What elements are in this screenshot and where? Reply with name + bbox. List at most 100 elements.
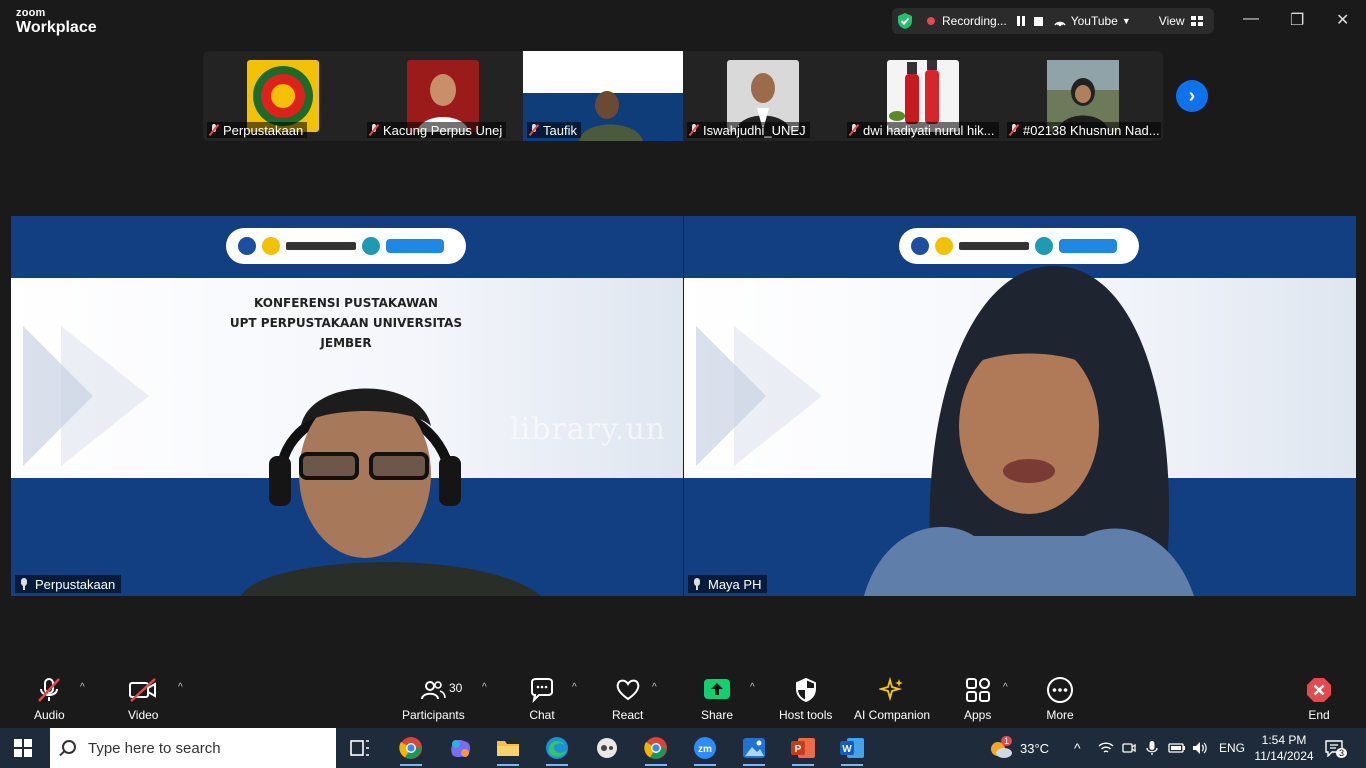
mic-icon <box>692 578 702 590</box>
participant-name: Taufik <box>543 122 577 138</box>
language-indicator[interactable]: ENG <box>1219 728 1245 768</box>
show-hidden-icons[interactable]: ^ <box>1074 728 1081 768</box>
weather-badge: 1 <box>1001 736 1013 746</box>
gallery-tile[interactable]: Iswahjudhi_UNEJ <box>683 51 843 141</box>
muted-mic-icon <box>369 124 379 136</box>
svg-text:P: P <box>795 744 802 755</box>
file-explorer-icon[interactable] <box>495 736 521 766</box>
participant-name: Perpustakaan <box>223 122 304 138</box>
gallery-tile[interactable]: dwi hadiyati nurul hik... <box>843 51 1003 141</box>
next-page-button[interactable]: › <box>1176 80 1208 112</box>
gallery-tile[interactable]: Kacung Perpus Unej <box>363 51 523 141</box>
zoom-app-icon[interactable]: zm <box>692 736 718 766</box>
meeting-status-bar: Recording... YouTube ▼ View <box>892 8 1214 34</box>
chrome-icon[interactable] <box>398 736 424 766</box>
video-off-icon <box>129 678 157 702</box>
share-label: Share <box>701 708 734 722</box>
participant-video <box>864 266 1194 596</box>
participant-name: Kacung Perpus Unej <box>383 122 503 138</box>
apps-button[interactable]: Apps <box>964 676 991 722</box>
notifications-count: 3 <box>1336 748 1348 758</box>
logo-product: Workplace <box>16 19 97 36</box>
svg-text:W: W <box>842 744 852 755</box>
clock[interactable]: 1:54 PM 11/14/2024 <box>1253 728 1315 768</box>
chat-button[interactable]: Chat <box>529 676 555 722</box>
clock-time: 1:54 PM <box>1261 733 1307 747</box>
participant-name: #02138 Khusnun Nad... <box>1023 122 1160 138</box>
minimize-icon[interactable]: — <box>1243 10 1259 28</box>
more-label: More <box>1046 708 1074 722</box>
participant-video <box>579 91 643 141</box>
weather-widget[interactable]: 1 33°C <box>988 728 1049 768</box>
recording-status[interactable]: Recording... <box>942 14 1007 28</box>
video-tile-active-speaker[interactable]: KONFERENSI PUSTAKAWAN UPT PERPUSTAKAAN U… <box>11 216 683 596</box>
heart-icon <box>616 679 639 701</box>
app-icon[interactable] <box>594 736 620 760</box>
gallery-tile[interactable]: Taufik <box>523 51 683 141</box>
ai-companion-button[interactable]: AI Companion <box>854 676 930 722</box>
video-tile[interactable]: Maya PH <box>684 216 1356 596</box>
notifications-icon[interactable]: 3 <box>1324 728 1348 768</box>
audio-label: Audio <box>34 708 65 722</box>
powerpoint-icon[interactable]: P <box>790 736 816 766</box>
gallery-tile[interactable]: Perpustakaan <box>203 51 363 141</box>
battery-icon[interactable] <box>1168 728 1186 768</box>
video-label: Video <box>128 708 159 722</box>
react-options-caret[interactable]: ^ <box>652 682 657 693</box>
muted-mic-icon <box>849 124 859 136</box>
pause-recording-icon[interactable] <box>1016 16 1025 26</box>
chat-label: Chat <box>529 708 555 722</box>
participants-options-caret[interactable]: ^ <box>482 682 487 693</box>
video-button[interactable]: Video <box>128 676 158 722</box>
encryption-shield-icon[interactable] <box>897 12 913 30</box>
share-options-caret[interactable]: ^ <box>750 682 755 693</box>
event-banner-logos <box>899 228 1139 264</box>
muted-mic-icon <box>529 124 539 136</box>
event-banner-logos <box>226 228 466 264</box>
audio-button[interactable]: Audio <box>34 676 65 722</box>
react-button[interactable]: React <box>612 676 643 722</box>
more-button[interactable]: More <box>1046 676 1074 722</box>
shield-icon <box>795 678 816 702</box>
windows-taskbar: Type here to search zm P W 1 33°C ^ ENG … <box>0 728 1366 768</box>
mic-icon <box>19 578 29 590</box>
close-icon[interactable]: ✕ <box>1336 10 1349 30</box>
chrome-profile-icon[interactable] <box>643 736 669 766</box>
share-screen-icon <box>704 679 731 699</box>
video-options-caret[interactable]: ^ <box>178 682 183 693</box>
apps-label: Apps <box>964 708 992 722</box>
edge-icon[interactable] <box>544 736 570 766</box>
stop-recording-icon[interactable] <box>1033 16 1043 26</box>
meet-now-icon[interactable] <box>1122 728 1136 768</box>
chat-options-caret[interactable]: ^ <box>572 682 577 693</box>
zoom-logo: zoom Workplace <box>16 8 97 36</box>
svg-text:zm: zm <box>698 744 712 755</box>
search-placeholder: Type here to search <box>88 739 221 757</box>
participant-name: Iswahjudhi_UNEJ <box>703 122 806 138</box>
livestream-menu[interactable]: YouTube ▼ <box>1053 14 1131 28</box>
muted-mic-icon <box>209 124 219 136</box>
restore-icon[interactable]: ❐ <box>1290 10 1304 30</box>
grid-view-icon <box>1190 15 1203 26</box>
recording-dot-icon <box>927 17 935 25</box>
video-watermark: library.un <box>510 412 667 447</box>
share-button[interactable]: Share <box>701 676 733 722</box>
end-meeting-button[interactable]: End <box>1306 676 1332 722</box>
microphone-icon[interactable] <box>1146 728 1158 768</box>
banner-line-2: UPT PERPUSTAKAAN UNIVERSITAS JEMBER <box>229 316 463 350</box>
view-menu[interactable]: View <box>1159 14 1203 28</box>
end-meeting-icon <box>1307 678 1331 702</box>
task-view-icon[interactable] <box>347 736 373 760</box>
network-icon[interactable] <box>1098 728 1114 768</box>
host-tools-button[interactable]: Host tools <box>779 676 832 722</box>
word-icon[interactable]: W <box>839 736 865 766</box>
participant-name: dwi hadiyati nurul hik... <box>863 122 995 138</box>
audio-options-caret[interactable]: ^ <box>80 682 85 693</box>
windows-start-icon[interactable] <box>14 739 32 757</box>
taskbar-search-box[interactable]: Type here to search <box>50 728 336 768</box>
copilot-icon[interactable] <box>447 736 473 760</box>
photos-icon[interactable] <box>741 736 767 766</box>
volume-icon[interactable] <box>1192 728 1208 768</box>
apps-options-caret[interactable]: ^ <box>1003 682 1008 693</box>
gallery-tile[interactable]: #02138 Khusnun Nad... <box>1003 51 1163 141</box>
